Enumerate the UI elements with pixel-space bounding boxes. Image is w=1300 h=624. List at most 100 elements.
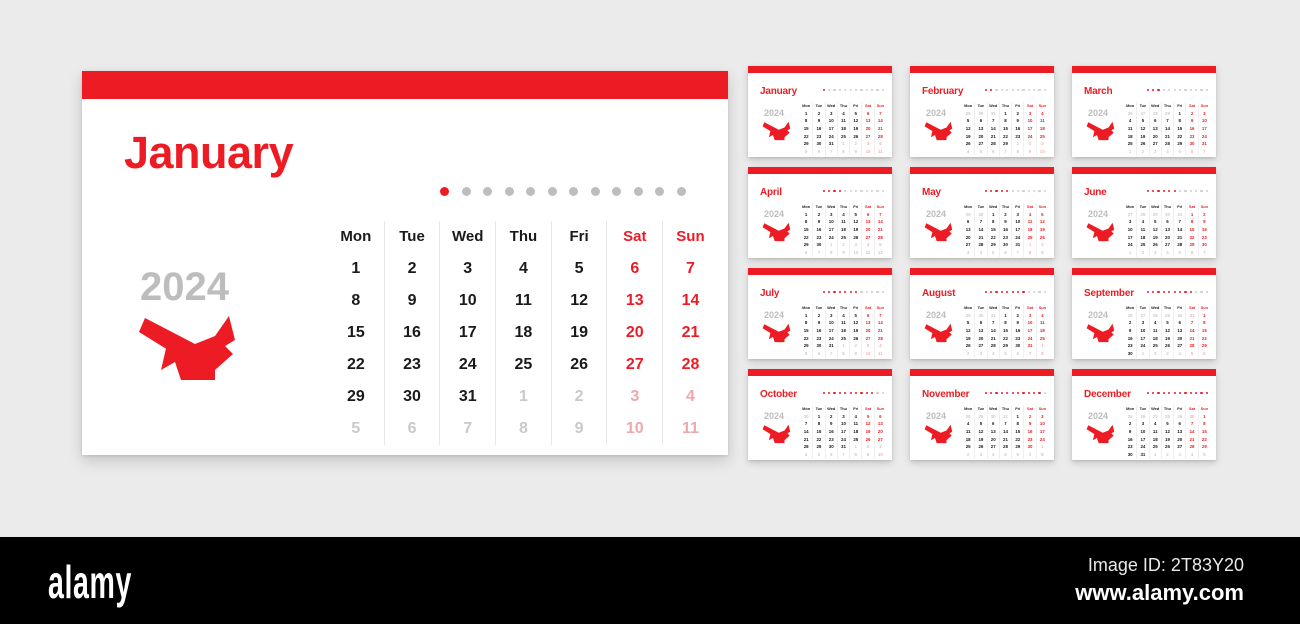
mini-day-cell[interactable]: 19 xyxy=(1137,133,1148,141)
mini-day-cell[interactable]: 14 xyxy=(988,125,999,133)
month-dot-10[interactable] xyxy=(633,187,643,196)
mini-day-cell[interactable]: 26 xyxy=(1037,234,1048,242)
mini-day-cell[interactable]: 4 xyxy=(1137,218,1148,226)
mini-day-cell[interactable]: 11 xyxy=(1037,319,1048,327)
mini-calendar-september[interactable]: September 2024 Mon 26 2 9 16 23 30 Tue 27 3 10 17 24 1 W… xyxy=(1072,268,1216,359)
mini-day-cell[interactable]: 6 xyxy=(1174,319,1185,327)
mini-day-cell[interactable]: 25 xyxy=(838,335,849,343)
mini-day-cell[interactable]: 9 xyxy=(826,420,837,428)
mini-day-cell[interactable]: 23 xyxy=(813,234,824,242)
mini-day-cell[interactable]: 13 xyxy=(988,428,999,436)
mini-day-cell[interactable]: 6 xyxy=(975,117,986,125)
mini-day-cell[interactable]: 28 xyxy=(1186,342,1197,350)
mini-day-cell[interactable]: 26 xyxy=(1137,140,1148,148)
mini-day-cell[interactable]: 19 xyxy=(850,125,861,133)
month-dot-7[interactable] xyxy=(569,187,578,196)
mini-day-cell[interactable]: 5 xyxy=(800,148,812,156)
mini-day-cell[interactable]: 1 xyxy=(813,413,824,421)
day-cell[interactable]: 16 xyxy=(385,317,440,349)
mini-day-cell[interactable]: 28 xyxy=(800,443,812,451)
mini-day-cell[interactable]: 5 xyxy=(1037,211,1048,219)
mini-day-cell[interactable]: 16 xyxy=(1024,428,1035,436)
mini-day-cell[interactable]: 8 xyxy=(1037,350,1048,358)
day-cell[interactable]: 8 xyxy=(328,285,384,317)
mini-day-cell[interactable]: 3 xyxy=(1024,110,1035,118)
mini-day-cell[interactable]: 26 xyxy=(850,234,861,242)
mini-day-cell[interactable]: 15 xyxy=(800,125,812,133)
mini-day-cell[interactable]: 31 xyxy=(1000,413,1011,421)
mini-day-cell[interactable]: 5 xyxy=(813,451,824,459)
mini-day-cell[interactable]: 8 xyxy=(800,319,812,327)
mini-day-cell[interactable]: 14 xyxy=(1186,327,1197,335)
mini-day-cell[interactable]: 6 xyxy=(800,249,812,257)
mini-day-cell[interactable]: 6 xyxy=(1174,420,1185,428)
mini-day-cell[interactable]: 16 xyxy=(813,327,824,335)
mini-day-cell[interactable]: 22 xyxy=(1174,133,1185,141)
mini-day-cell[interactable]: 26 xyxy=(850,133,861,141)
mini-day-cell[interactable]: 30 xyxy=(813,342,824,350)
mini-day-cell[interactable]: 6 xyxy=(1150,117,1161,125)
mini-day-cell[interactable]: 24 xyxy=(1199,133,1210,141)
mini-day-cell[interactable]: 23 xyxy=(1000,234,1011,242)
mini-day-cell[interactable]: 4 xyxy=(1174,350,1185,358)
mini-day-cell[interactable]: 7 xyxy=(800,420,812,428)
mini-day-cell[interactable]: 1 xyxy=(1024,241,1035,249)
mini-day-cell[interactable]: 7 xyxy=(1162,117,1173,125)
mini-day-cell[interactable]: 18 xyxy=(838,327,849,335)
month-dot-12[interactable] xyxy=(676,187,686,196)
mini-day-cell[interactable]: 5 xyxy=(975,420,986,428)
mini-day-cell[interactable]: 14 xyxy=(1000,428,1011,436)
mini-day-cell[interactable]: 2 xyxy=(962,451,974,459)
mini-day-cell[interactable]: 11 xyxy=(1150,428,1161,436)
mini-day-cell[interactable]: 14 xyxy=(800,428,812,436)
mini-day-cell[interactable]: 9 xyxy=(1124,327,1136,335)
mini-day-cell[interactable]: 30 xyxy=(813,140,824,148)
mini-day-cell[interactable]: 17 xyxy=(1037,428,1048,436)
mini-day-cell[interactable]: 12 xyxy=(1162,428,1173,436)
mini-day-cell[interactable]: 20 xyxy=(975,133,986,141)
mini-day-cell[interactable]: 8 xyxy=(1000,117,1011,125)
mini-day-cell[interactable]: 25 xyxy=(1137,241,1148,249)
mini-day-cell[interactable]: 4 xyxy=(800,451,812,459)
mini-day-cell[interactable]: 7 xyxy=(1000,148,1011,156)
mini-day-cell[interactable]: 17 xyxy=(826,125,837,133)
mini-day-cell[interactable]: 5 xyxy=(1174,249,1185,257)
day-cell[interactable]: 19 xyxy=(552,317,607,349)
mini-day-cell[interactable]: 5 xyxy=(1137,117,1148,125)
mini-day-cell[interactable]: 4 xyxy=(962,148,974,156)
mini-day-cell[interactable]: 28 xyxy=(1162,140,1173,148)
mini-day-cell[interactable]: 20 xyxy=(1174,335,1185,343)
mini-day-cell[interactable]: 2 xyxy=(1012,110,1023,118)
mini-day-cell[interactable]: 4 xyxy=(962,420,974,428)
mini-month-indicator-dots[interactable] xyxy=(822,190,884,193)
mini-day-cell[interactable]: 3 xyxy=(962,249,974,257)
mini-day-cell[interactable]: 22 xyxy=(1012,436,1023,444)
mini-day-cell[interactable]: 29 xyxy=(800,342,812,350)
mini-day-cell[interactable]: 8 xyxy=(1186,218,1197,226)
mini-day-cell[interactable]: 3 xyxy=(1137,420,1148,428)
mini-day-cell[interactable]: 19 xyxy=(1037,226,1048,234)
mini-day-cell[interactable]: 21 xyxy=(1186,335,1197,343)
mini-day-cell[interactable]: 29 xyxy=(1199,443,1210,451)
mini-day-cell[interactable]: 7 xyxy=(1186,319,1197,327)
mini-day-cell[interactable]: 4 xyxy=(838,211,849,219)
mini-day-cell[interactable]: 23 xyxy=(1124,342,1136,350)
mini-day-cell[interactable]: 29 xyxy=(1162,312,1173,320)
mini-day-cell[interactable]: 25 xyxy=(1037,133,1048,141)
mini-day-cell[interactable]: 27 xyxy=(862,234,873,242)
mini-day-cell[interactable]: 30 xyxy=(1162,211,1173,219)
mini-day-cell[interactable]: 8 xyxy=(1199,319,1210,327)
mini-day-cell[interactable]: 28 xyxy=(1162,413,1173,421)
mini-day-cell[interactable]: 5 xyxy=(1162,420,1173,428)
mini-day-cell[interactable]: 20 xyxy=(962,234,974,242)
mini-day-cell[interactable]: 2 xyxy=(813,211,824,219)
mini-day-cell[interactable]: 28 xyxy=(962,413,974,421)
mini-day-cell[interactable]: 30 xyxy=(975,211,986,219)
mini-calendar-february[interactable]: February 2024 Mon 29 5 12 19 26 4 Tue 30 6 13 20 27 5 We… xyxy=(910,66,1054,157)
mini-day-cell[interactable]: 8 xyxy=(1174,117,1185,125)
mini-day-cell[interactable]: 8 xyxy=(850,451,861,459)
mini-day-cell[interactable]: 2 xyxy=(1124,319,1136,327)
mini-day-cell[interactable]: 14 xyxy=(975,226,986,234)
day-cell[interactable]: 9 xyxy=(385,285,440,317)
mini-day-cell[interactable]: 2 xyxy=(1199,211,1210,219)
